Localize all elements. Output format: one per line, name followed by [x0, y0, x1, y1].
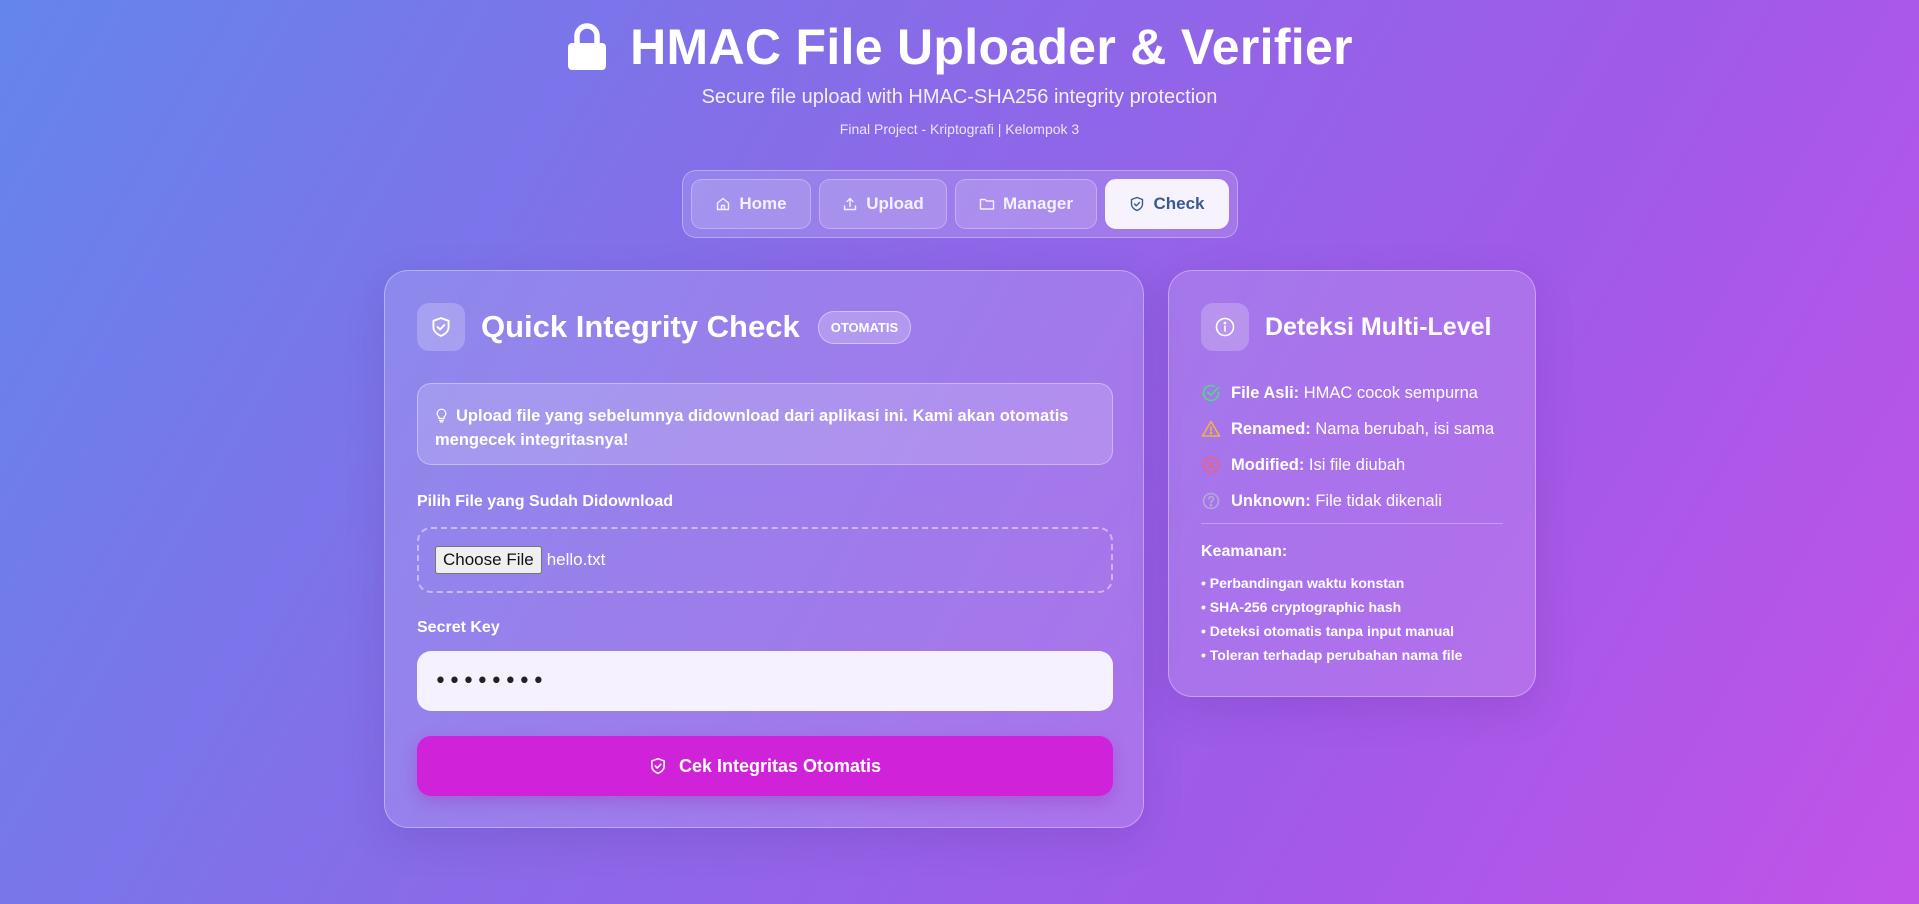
question-circle-icon — [1202, 492, 1220, 510]
card-header: Quick Integrity Check OTOMATIS — [417, 303, 912, 351]
folder-icon — [979, 198, 995, 210]
info-icon — [1215, 317, 1235, 337]
tab-manager-label: Manager — [1003, 194, 1073, 213]
info-tip-text: Upload file yang sebelumnya didownload d… — [435, 407, 1069, 449]
quick-check-card: Quick Integrity Check OTOMATIS Upload fi… — [384, 270, 1144, 828]
secret-key-label: Secret Key — [417, 619, 500, 636]
lock-icon — [568, 23, 607, 70]
shield-check-icon — [432, 317, 450, 337]
tab-check-label: Check — [1153, 194, 1205, 213]
tab-home-label: Home — [739, 194, 787, 213]
main-nav: Home Upload Manager Check — [682, 170, 1238, 238]
title-row: HMAC File Uploader & Verifier — [0, 18, 1919, 76]
file-label: Pilih File yang Sudah Didownload — [417, 493, 674, 510]
lightbulb-icon — [436, 408, 447, 423]
security-list: • Perbandingan waktu konstan • SHA-256 c… — [1201, 571, 1462, 667]
list-item: Renamed: Nama berubah, isi sama — [1201, 411, 1494, 447]
warning-icon — [1201, 420, 1221, 437]
list-item: Unknown: File tidak dikenali — [1201, 483, 1494, 519]
tab-upload-label: Upload — [866, 194, 924, 213]
side-title: Deteksi Multi-Level — [1265, 312, 1492, 341]
tab-home[interactable]: Home — [691, 179, 811, 229]
tab-upload[interactable]: Upload — [819, 179, 947, 229]
level-text: Unknown: File tidak dikenali — [1231, 491, 1442, 510]
card-icon-box — [417, 303, 465, 351]
detection-levels: File Asli: HMAC cocok sempurna Renamed: … — [1201, 375, 1494, 519]
detection-info-card: Deteksi Multi-Level File Asli: HMAC coco… — [1168, 270, 1536, 697]
choose-file-button[interactable]: Choose File — [435, 546, 542, 574]
check-integrity-label: Cek Integritas Otomatis — [678, 755, 882, 776]
selected-file-name: hello.txt — [546, 550, 606, 569]
list-item: File Asli: HMAC cocok sempurna — [1201, 375, 1494, 411]
project-caption: Final Project - Kriptografi | Kelompok 3 — [839, 121, 1080, 137]
page-header: HMAC File Uploader & Verifier Secure fil… — [0, 18, 1919, 137]
file-dropzone[interactable]: Choose File hello.txt — [417, 527, 1113, 593]
list-item: • Toleran terhadap perubahan nama file — [1201, 647, 1463, 663]
shield-check-icon — [1131, 196, 1144, 212]
check-circle-icon — [1202, 384, 1220, 402]
card-title: Quick Integrity Check — [481, 309, 800, 344]
level-text: Renamed: Nama berubah, isi sama — [1231, 419, 1495, 438]
page-subtitle: Secure file upload with HMAC-SHA256 inte… — [701, 86, 1218, 108]
upload-icon — [843, 197, 857, 211]
secret-key-input[interactable] — [417, 651, 1113, 711]
list-item: Modified: Isi file diubah — [1201, 447, 1494, 483]
list-item: • Perbandingan waktu konstan — [1201, 575, 1405, 591]
home-icon — [717, 197, 730, 211]
list-item: • SHA-256 cryptographic hash — [1201, 599, 1402, 615]
auto-badge: OTOMATIS — [817, 310, 912, 344]
page-title: HMAC File Uploader & Verifier — [630, 19, 1353, 75]
check-integrity-button[interactable]: Cek Integritas Otomatis — [417, 736, 1113, 796]
security-title: Keamanan: — [1201, 543, 1288, 560]
side-icon-box — [1201, 303, 1249, 351]
x-circle-icon — [1202, 456, 1220, 474]
shield-check-icon — [650, 757, 665, 775]
divider — [1201, 523, 1503, 524]
list-item: • Deteksi otomatis tanpa input manual — [1201, 623, 1455, 639]
tab-check[interactable]: Check — [1105, 179, 1229, 229]
info-tip: Upload file yang sebelumnya didownload d… — [417, 383, 1113, 465]
side-card-header: Deteksi Multi-Level — [1201, 303, 1491, 351]
level-text: File Asli: HMAC cocok sempurna — [1231, 383, 1478, 402]
tab-manager[interactable]: Manager — [955, 179, 1097, 229]
level-text: Modified: Isi file diubah — [1231, 455, 1406, 474]
